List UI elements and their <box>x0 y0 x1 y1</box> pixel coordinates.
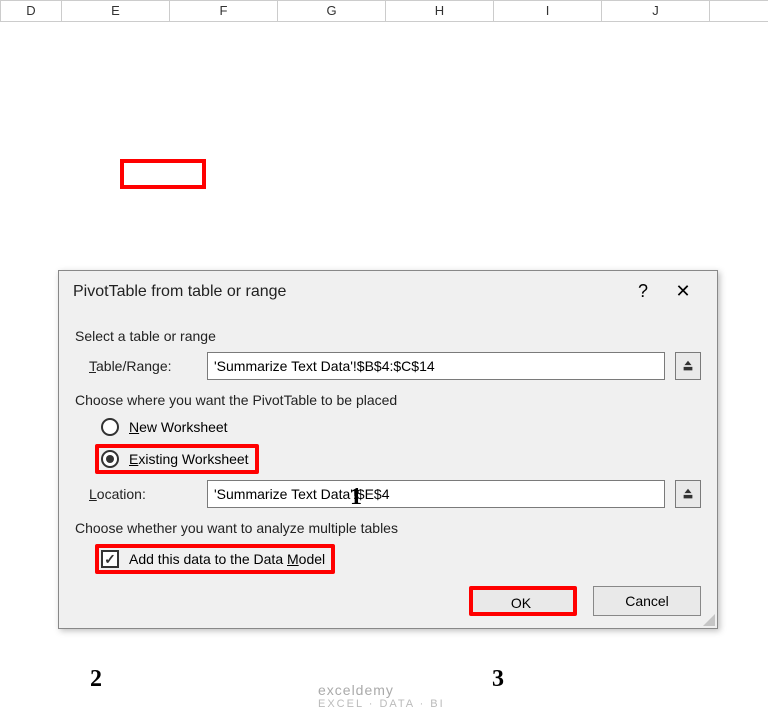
dialog-body: Select a table or range Table/Range: Cho… <box>59 310 717 628</box>
col-header-d[interactable]: D <box>0 1 62 21</box>
column-headers: D E F G H I J <box>0 0 768 22</box>
existing-worksheet-option[interactable]: Existing Worksheet <box>95 444 259 474</box>
add-to-data-model-option[interactable]: Add this data to the Data Model <box>95 544 335 574</box>
annotation-3: 3 <box>492 666 504 693</box>
watermark-brand: exceldemy <box>318 682 394 698</box>
help-button[interactable]: ? <box>623 281 663 302</box>
col-header-i[interactable]: I <box>494 1 602 21</box>
table-range-row: Table/Range: <box>89 352 701 380</box>
dialog-buttons: OK Cancel <box>75 580 701 616</box>
highlight-cell-e4 <box>120 159 206 189</box>
cancel-button[interactable]: Cancel <box>593 586 701 616</box>
dialog-title: PivotTable from table or range <box>73 283 623 301</box>
select-range-label: Select a table or range <box>75 328 701 344</box>
dialog-titlebar: PivotTable from table or range ? ✕ <box>59 271 717 310</box>
table-range-input[interactable] <box>207 352 665 380</box>
pivottable-dialog: PivotTable from table or range ? ✕ Selec… <box>58 270 718 629</box>
watermark-sub: EXCEL · DATA · BI <box>318 698 445 710</box>
radio-icon <box>101 450 119 468</box>
location-row: Location: <box>89 480 701 508</box>
location-label: Location: <box>89 486 197 502</box>
new-worksheet-label: New Worksheet <box>129 419 228 435</box>
table-range-label: Table/Range: <box>89 358 197 374</box>
close-button[interactable]: ✕ <box>663 281 703 302</box>
radio-icon <box>101 418 119 436</box>
existing-worksheet-label: Existing Worksheet <box>129 451 249 467</box>
col-header-h[interactable]: H <box>386 1 494 21</box>
range-picker-icon <box>681 487 695 501</box>
multi-tables-label: Choose whether you want to analyze multi… <box>75 520 701 536</box>
annotation-2: 2 <box>90 666 102 693</box>
collapse-location-button[interactable] <box>675 480 701 508</box>
placement-label: Choose where you want the PivotTable to … <box>75 392 701 408</box>
ok-button[interactable]: OK <box>469 586 577 616</box>
checkbox-icon <box>101 550 119 568</box>
col-header-e[interactable]: E <box>62 1 170 21</box>
new-worksheet-option[interactable]: New Worksheet <box>99 416 701 438</box>
col-header-g[interactable]: G <box>278 1 386 21</box>
add-to-data-model-label: Add this data to the Data Model <box>129 551 325 567</box>
resize-grip-icon[interactable] <box>701 612 715 626</box>
range-picker-icon <box>681 359 695 373</box>
col-header-j[interactable]: J <box>602 1 710 21</box>
collapse-range-button[interactable] <box>675 352 701 380</box>
annotation-1: 1 <box>350 484 362 511</box>
sheet-grid[interactable] <box>0 22 768 272</box>
location-input[interactable] <box>207 480 665 508</box>
col-header-f[interactable]: F <box>170 1 278 21</box>
watermark: exceldemy EXCEL · DATA · BI <box>318 682 445 710</box>
